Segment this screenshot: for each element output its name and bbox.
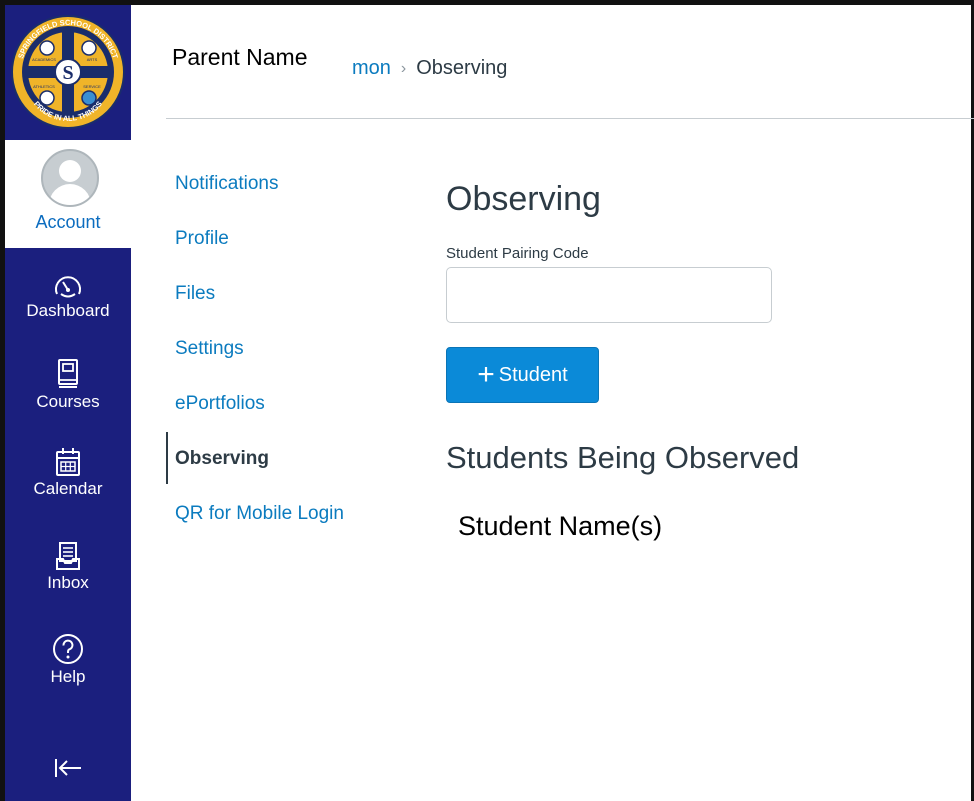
nav-help-label: Help xyxy=(50,667,86,686)
student-names: Student Name(s) xyxy=(458,511,663,541)
calendar-icon xyxy=(56,448,80,476)
global-navigation: S ACADEMICS ARTS ATHLETICS SERVICE SPRIN… xyxy=(5,5,131,801)
add-student-button[interactable]: + Student xyxy=(446,347,599,403)
svg-text:SERVICE: SERVICE xyxy=(83,84,101,89)
svg-text:ATHLETICS: ATHLETICS xyxy=(33,84,55,89)
breadcrumb: mon › Observing xyxy=(352,57,507,80)
courses-book-icon xyxy=(58,359,78,388)
district-seal-icon: S ACADEMICS ARTS ATHLETICS SERVICE SPRIN… xyxy=(11,15,125,129)
subnav-observing[interactable]: Observing xyxy=(175,448,269,470)
subnav-active-indicator xyxy=(166,432,168,484)
nav-inbox-label: Inbox xyxy=(47,573,89,592)
dashboard-gauge-icon xyxy=(55,276,81,298)
nav-item-courses[interactable]: Courses xyxy=(5,358,131,412)
subnav-files[interactable]: Files xyxy=(175,283,215,305)
breadcrumb-separator-icon: › xyxy=(400,59,407,77)
page-title: Observing xyxy=(446,180,601,218)
parent-name: Parent Name xyxy=(172,44,308,70)
header-divider xyxy=(166,118,974,119)
subnav-settings[interactable]: Settings xyxy=(175,338,244,360)
user-avatar-icon xyxy=(41,149,99,207)
subnav-qr-mobile-login[interactable]: QR for Mobile Login xyxy=(175,503,344,525)
svg-text:S: S xyxy=(62,62,73,84)
nav-dashboard-label: Dashboard xyxy=(26,301,110,320)
subnav-eportfolios[interactable]: ePortfolios xyxy=(175,393,265,415)
pairing-code-input[interactable] xyxy=(446,267,772,323)
subnav-notifications[interactable]: Notifications xyxy=(175,173,279,195)
nav-item-calendar[interactable]: Calendar xyxy=(5,447,131,499)
svg-text:ARTS: ARTS xyxy=(87,57,98,62)
nav-courses-label: Courses xyxy=(36,392,100,411)
svg-text:ACADEMICS: ACADEMICS xyxy=(32,57,56,62)
nav-item-help[interactable]: Help xyxy=(5,633,131,687)
collapse-arrow-icon xyxy=(55,759,81,777)
window-frame-top xyxy=(0,0,974,5)
nav-account-label: Account xyxy=(35,212,101,232)
add-student-label: Student xyxy=(498,363,568,386)
inbox-icon xyxy=(56,542,80,570)
nav-item-account[interactable]: Account xyxy=(5,140,131,248)
pairing-code-label: Student Pairing Code xyxy=(446,245,589,262)
subnav-profile[interactable]: Profile xyxy=(175,228,229,250)
nav-calendar-label: Calendar xyxy=(33,479,103,498)
help-circle-icon xyxy=(53,634,83,664)
students-observed-heading: Students Being Observed xyxy=(446,440,800,475)
nav-item-inbox[interactable]: Inbox xyxy=(5,541,131,593)
breadcrumb-user-link[interactable]: mon xyxy=(352,57,391,80)
plus-icon: + xyxy=(477,358,495,391)
district-logo[interactable]: S ACADEMICS ARTS ATHLETICS SERVICE SPRIN… xyxy=(5,5,131,139)
collapse-nav-button[interactable] xyxy=(5,757,131,779)
breadcrumb-current: Observing xyxy=(416,57,508,79)
nav-item-dashboard[interactable]: Dashboard xyxy=(5,273,131,321)
